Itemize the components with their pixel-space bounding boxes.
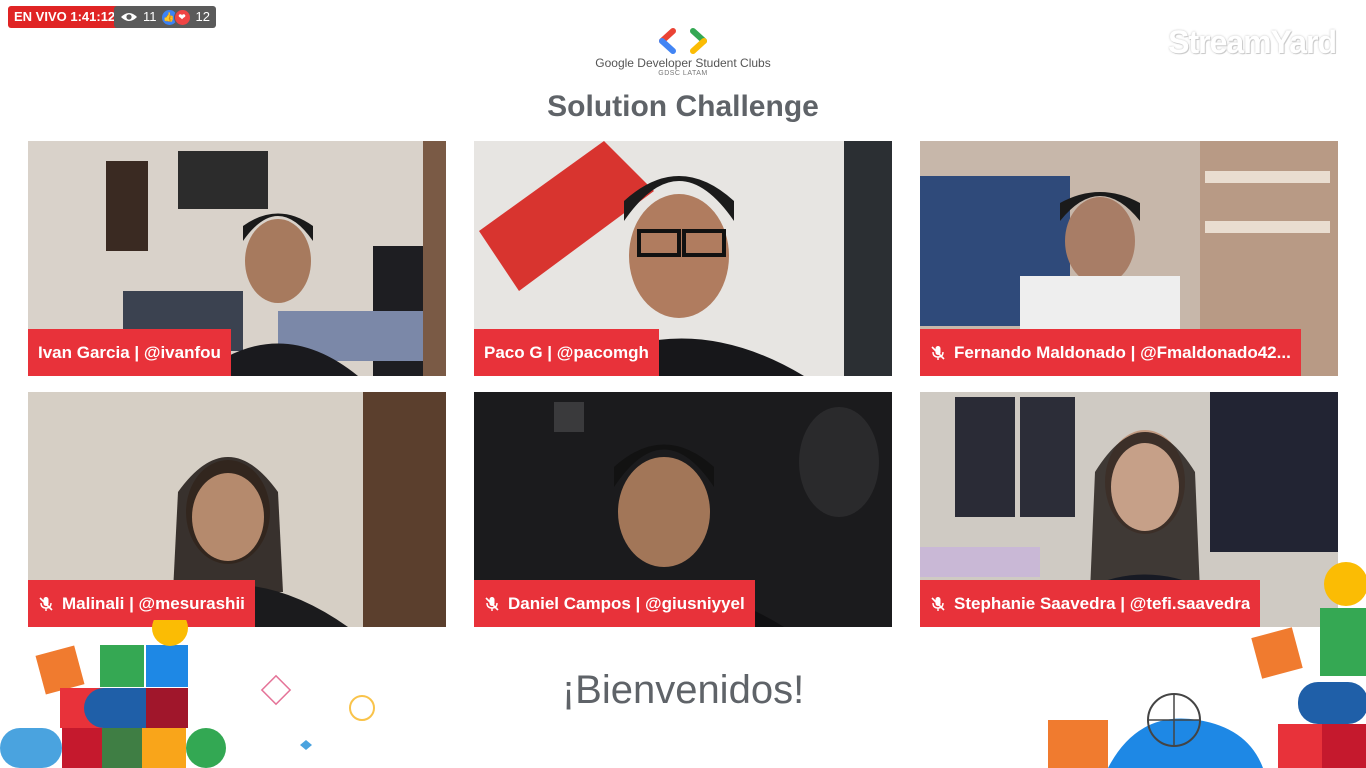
decorative-illustration-right [1048, 562, 1366, 768]
viewer-count: 11 [143, 9, 157, 24]
participant-name: Fernando Maldonado | @Fmaldonado42... [954, 342, 1291, 362]
video-tile[interactable]: Ivan Garcia | @ivanfou [28, 141, 446, 376]
participant-name: Daniel Campos | @giusniyyel [508, 593, 745, 613]
live-status-badge: EN VIVO 1:41:12 [8, 6, 122, 28]
reaction-count: 12 [195, 9, 210, 24]
org-name: Google Developer Student Clubs [595, 56, 771, 70]
mic-muted-icon [39, 596, 53, 611]
page-title: Solution Challenge [547, 90, 819, 123]
participant-nameplate: Paco G | @pacomgh [474, 329, 659, 376]
eye-icon [121, 13, 137, 21]
video-tile[interactable]: Fernando Maldonado | @Fmaldonado42... [920, 141, 1338, 376]
org-sub: GDSC LATAM [658, 70, 708, 77]
mic-muted-icon [931, 596, 945, 611]
video-tile[interactable]: Paco G | @pacomgh [474, 141, 892, 376]
participant-name: Paco G | @pacomgh [484, 342, 649, 362]
participant-name: Malinali | @mesurashii [62, 593, 245, 613]
participant-name: Ivan Garcia | @ivanfou [38, 342, 221, 362]
decorative-illustration-left [0, 620, 375, 768]
gdsc-logo-icon [659, 28, 707, 54]
audience-stats: 11 👍 ❤ 12 [114, 6, 216, 28]
heart-icon: ❤ [173, 8, 191, 26]
mic-muted-icon [931, 345, 945, 360]
header: Google Developer Student Clubs GDSC LATA… [0, 28, 1366, 77]
participant-nameplate: Daniel Campos | @giusniyyel [474, 580, 755, 627]
video-tile[interactable]: Malinali | @mesurashii [28, 392, 446, 627]
video-tile[interactable]: Daniel Campos | @giusniyyel [474, 392, 892, 627]
participant-nameplate: Ivan Garcia | @ivanfou [28, 329, 231, 376]
mic-muted-icon [485, 596, 499, 611]
participant-nameplate: Fernando Maldonado | @Fmaldonado42... [920, 329, 1301, 376]
